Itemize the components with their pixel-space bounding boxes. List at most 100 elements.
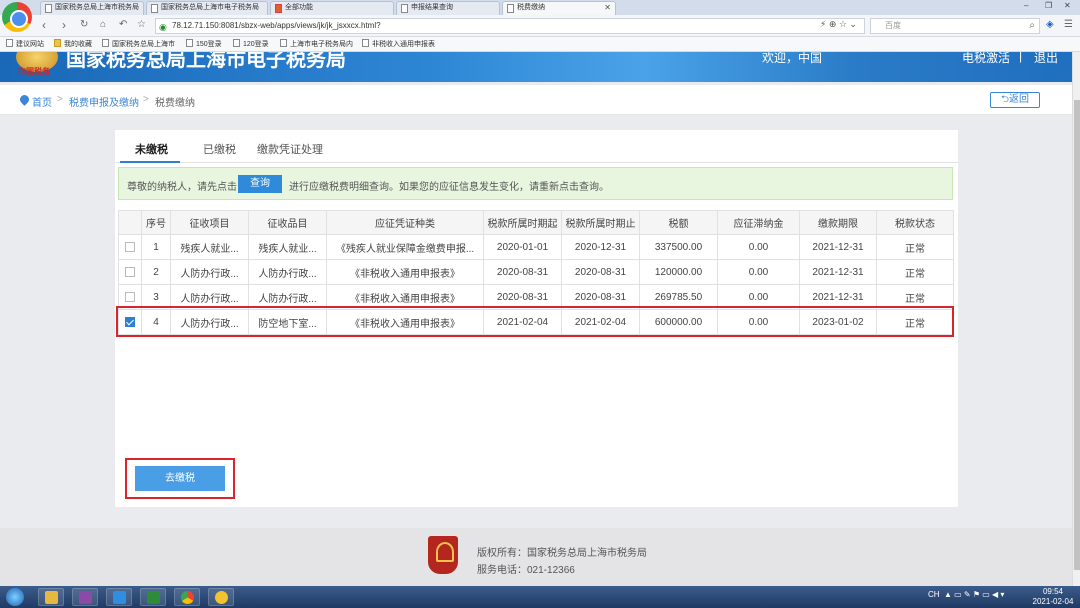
row-checkbox-checked[interactable] <box>125 316 135 327</box>
tax-emblem-icon <box>428 536 458 574</box>
table-header-row: 序号 征收项目 征收品目 应征凭证种类 税款所属时期起 税款所属时期止 税额 应… <box>118 210 954 235</box>
table-cell: 2021-12-31 <box>799 234 877 260</box>
query-button[interactable]: 查询 <box>238 175 282 193</box>
address-bar: ‹ › ↻ ⌂ ↶ ☆ ◉ 78.12.71.150:8081/sbzx-web… <box>0 15 1080 37</box>
vertical-scrollbar[interactable] <box>1072 52 1080 586</box>
logout-link[interactable]: 退出 <box>1034 52 1058 66</box>
table-cell: 269785.50 <box>639 284 718 310</box>
bookmark-item[interactable]: 国家税务总局上海市 <box>102 39 175 49</box>
table-cell: 2020-08-31 <box>561 284 640 310</box>
close-icon[interactable]: ✕ <box>604 2 611 14</box>
tray-icons[interactable]: ▲ ▭ ✎ ⚑ ▭ ◀ ▾ <box>944 590 1004 599</box>
table-cell: 2021-12-31 <box>799 259 877 285</box>
search-icon[interactable]: ⌕ <box>1029 19 1035 33</box>
column-header: 缴款期限 <box>799 210 877 235</box>
bookmark-icon <box>280 39 287 47</box>
taskbar-app[interactable] <box>106 588 132 606</box>
restore-icon[interactable]: ❐ <box>1045 1 1052 10</box>
tab-voucher-processing[interactable]: 缴款凭证处理 <box>257 141 323 157</box>
taskbar-app[interactable] <box>140 588 166 606</box>
column-header: 税额 <box>639 210 718 235</box>
tax-table: 序号 征收项目 征收品目 应征凭证种类 税款所属时期起 税款所属时期止 税额 应… <box>118 210 954 335</box>
document-icon <box>507 4 514 13</box>
location-icon <box>18 93 31 106</box>
url-input[interactable]: ◉ 78.12.71.150:8081/sbzx-web/apps/views/… <box>155 18 865 34</box>
bookmark-item[interactable]: 建议网站 <box>6 39 44 49</box>
column-header: 征收品目 <box>248 210 327 235</box>
forward-arrow-icon[interactable]: › <box>62 18 66 32</box>
account-link[interactable]: 电税激活 <box>962 52 1010 66</box>
column-header <box>118 210 142 235</box>
bookmark-item[interactable]: 150登录 <box>186 39 222 49</box>
row-checkbox[interactable] <box>125 291 135 302</box>
taskbar: CH ▲ ▭ ✎ ⚑ ▭ ◀ ▾ 09:54 2021-02-04 <box>0 586 1080 608</box>
refresh-icon[interactable]: ↻ <box>80 19 88 30</box>
search-input[interactable]: 百度 ⌕ <box>870 18 1040 34</box>
table-cell: 337500.00 <box>639 234 718 260</box>
header-divider: | <box>1019 52 1023 63</box>
table-row-selected[interactable]: 4 人防办行政... 防空地下室... 《非税收入通用申报表》 2021-02-… <box>118 309 954 335</box>
table-row[interactable]: 2 人防办行政... 人防办行政... 《非税收入通用申报表》 2020-08-… <box>118 259 954 285</box>
table-cell: 0.00 <box>717 234 800 260</box>
table-cell: 《残疾人就业保障金缴费申报... <box>326 234 484 260</box>
menu-icon[interactable]: ☰ <box>1064 19 1073 30</box>
breadcrumb-separator: > <box>57 94 63 105</box>
browser-tab[interactable]: 全部功能 <box>270 1 394 15</box>
table-cell: 2020-08-31 <box>483 259 562 285</box>
close-window-icon[interactable]: ✕ <box>1064 1 1071 10</box>
minimize-icon[interactable]: – <box>1024 1 1028 10</box>
document-icon <box>45 4 52 13</box>
breadcrumb-home[interactable]: 首页 <box>32 94 52 109</box>
folder-icon <box>54 39 61 47</box>
undo-icon[interactable]: ↶ <box>119 19 127 30</box>
url-tools-icon[interactable]: ⚡ ⊕ ☆ ⌄ <box>820 19 857 30</box>
start-button-icon[interactable] <box>6 588 24 606</box>
scrollbar-thumb[interactable] <box>1074 100 1080 570</box>
tray-language[interactable]: CH <box>928 590 940 599</box>
table-cell: 《非税收入通用申报表》 <box>326 309 484 335</box>
table-cell: 残疾人就业... <box>170 234 249 260</box>
bookmarks-bar: 建议网站 我的收藏 国家税务总局上海市 150登录 120登录 上海市电子税务局… <box>0 37 1080 52</box>
table-row[interactable]: 1 残疾人就业... 残疾人就业... 《残疾人就业保障金缴费申报... 202… <box>118 234 954 260</box>
table-cell: 2020-12-31 <box>561 234 640 260</box>
table-cell: 1 <box>141 234 171 260</box>
taskbar-app[interactable] <box>72 588 98 606</box>
table-row[interactable]: 3 人防办行政... 人防办行政... 《非税收入通用申报表》 2020-08-… <box>118 284 954 310</box>
site-subtitle: 中国税务 <box>18 67 50 76</box>
taskbar-app[interactable] <box>174 588 200 606</box>
browser-tab[interactable]: 申报结果查询 <box>396 1 500 15</box>
tab-unpaid[interactable]: 未缴税 <box>135 141 168 157</box>
footer-copyright: 版权所有：国家税务总局上海市税务局 <box>477 548 647 559</box>
bookmark-item[interactable]: 120登录 <box>233 39 269 49</box>
table-cell: 正常 <box>876 284 954 310</box>
table-cell: 人防办行政... <box>170 284 249 310</box>
row-checkbox[interactable] <box>125 241 135 252</box>
taskbar-app[interactable] <box>208 588 234 606</box>
back-button[interactable]: ⮌返回 <box>990 92 1040 108</box>
browser-tab-active[interactable]: 税费缴纳 ✕ <box>502 1 616 15</box>
pay-tax-button[interactable]: 去缴税 <box>135 466 225 491</box>
tab-paid[interactable]: 已缴税 <box>203 141 236 157</box>
bookmark-item[interactable]: 上海市电子税务局内 <box>280 39 353 49</box>
footer: 版权所有：国家税务总局上海市税务局 服务电话：021-12366 <box>0 528 1072 586</box>
excel-icon <box>147 591 160 604</box>
home-icon[interactable]: ⌂ <box>100 19 106 30</box>
column-header: 征收项目 <box>170 210 249 235</box>
browser-tab[interactable]: 国家税务总局上海市电子税务局 <box>146 1 268 15</box>
select-cell <box>118 234 142 260</box>
row-checkbox[interactable] <box>125 266 135 277</box>
translate-icon[interactable]: ◈ <box>1046 19 1054 30</box>
breadcrumb-tax-declaration[interactable]: 税费申报及缴纳 <box>69 94 139 109</box>
clock[interactable]: 09:54 2021-02-04 <box>1028 587 1078 607</box>
star-icon[interactable]: ☆ <box>137 19 146 30</box>
back-arrow-icon[interactable]: ‹ <box>42 18 46 32</box>
browser-tab[interactable]: 国家税务总局上海市税务局 <box>40 1 144 15</box>
bookmark-item[interactable]: 非税收入通用申报表 <box>362 39 435 49</box>
table-cell: 2020-08-31 <box>483 284 562 310</box>
column-header: 应征滞纳金 <box>717 210 800 235</box>
table-cell: 人防办行政... <box>170 259 249 285</box>
bookmark-icon <box>233 39 240 47</box>
taskbar-app[interactable] <box>38 588 64 606</box>
bookmark-item[interactable]: 我的收藏 <box>54 39 92 49</box>
table-cell: 正常 <box>876 234 954 260</box>
